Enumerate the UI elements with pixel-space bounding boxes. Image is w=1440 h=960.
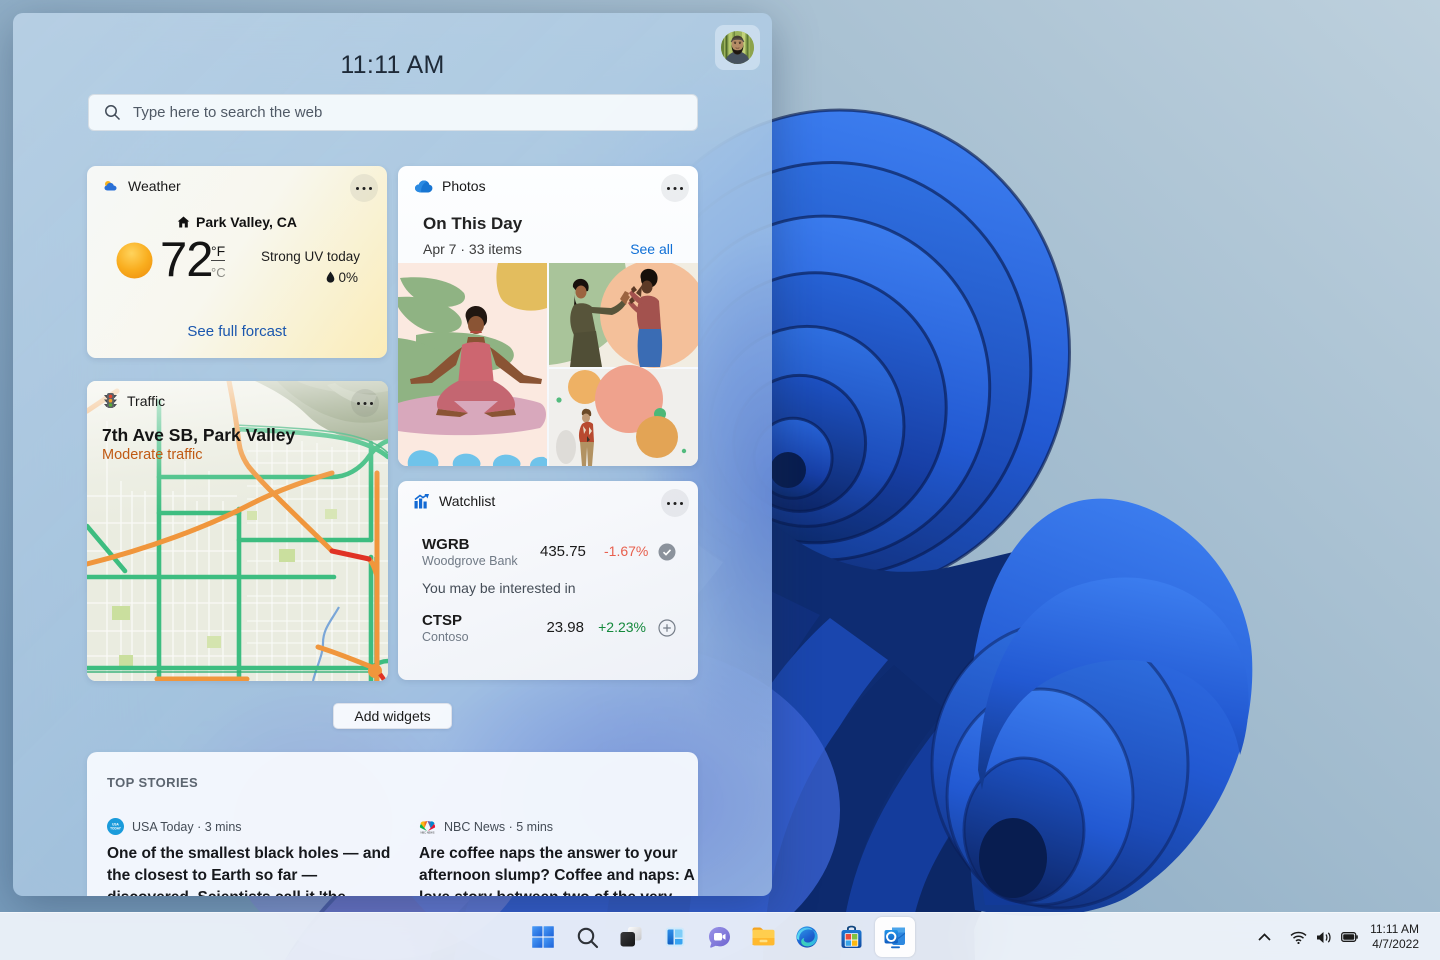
svg-text:NBC NEWS: NBC NEWS bbox=[421, 831, 435, 835]
svg-text:TODAY: TODAY bbox=[110, 827, 122, 831]
